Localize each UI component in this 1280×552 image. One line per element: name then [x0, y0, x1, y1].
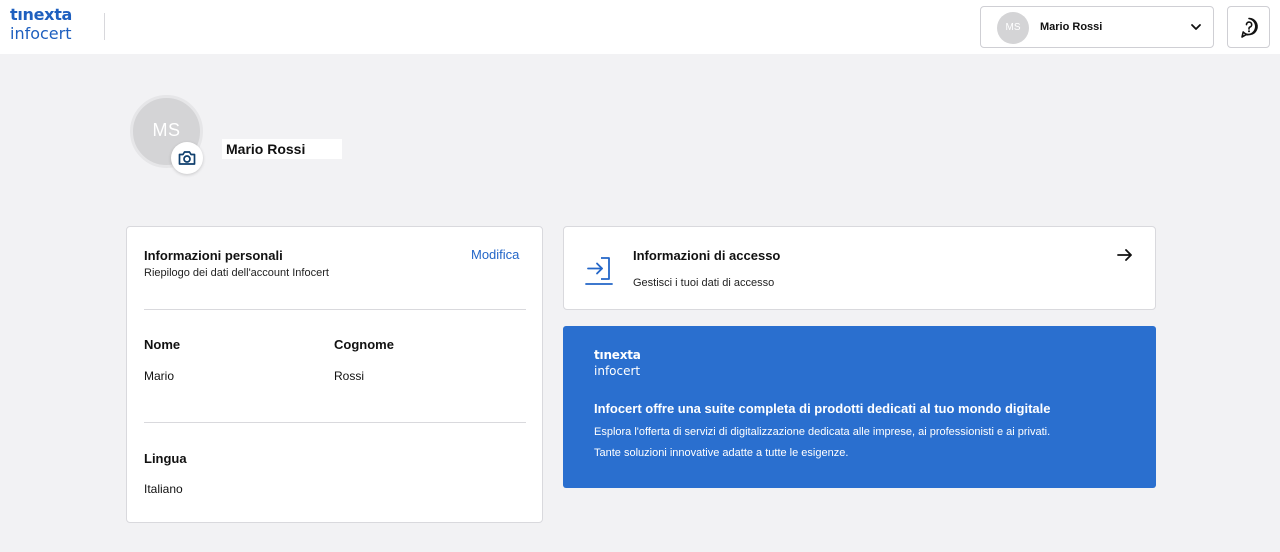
first-name-value: Mario: [144, 369, 175, 383]
personal-info-subtitle: Riepilogo dei dati dell'account Infocert: [144, 267, 329, 279]
logo-line-tinexta: tınexta: [10, 5, 73, 24]
profile-avatar-initials: MS: [152, 120, 181, 140]
edit-personal-info-link[interactable]: Modifica: [471, 247, 519, 262]
help-icon: [1241, 17, 1258, 38]
promo-banner: tınexta infocert Infocert offre una suit…: [563, 326, 1156, 488]
language-label: Lingua: [144, 451, 187, 466]
help-button[interactable]: [1227, 6, 1270, 48]
last-name-value: Rossi: [334, 369, 365, 383]
login-icon: [585, 257, 613, 285]
access-info-card[interactable]: Informazioni di accesso Gestisci i tuoi …: [563, 226, 1156, 310]
personal-info-title: Informazioni personali: [144, 248, 283, 263]
divider: [144, 422, 526, 423]
divider: [144, 309, 526, 310]
logo-line-infocert: infocert: [10, 24, 72, 43]
personal-info-card: Informazioni personali Riepilogo dei dat…: [126, 226, 543, 523]
change-photo-button[interactable]: [171, 142, 203, 174]
last-name-label: Cognome: [334, 337, 394, 352]
access-info-title: Informazioni di accesso: [633, 248, 781, 263]
top-header: tınexta infocert MS Mario Rossi: [0, 0, 1280, 54]
user-menu-dropdown[interactable]: MS Mario Rossi: [980, 6, 1214, 48]
chevron-down-icon: [1191, 24, 1201, 30]
camera-icon: [178, 151, 196, 165]
promo-logo-tinexta: tınexta: [594, 348, 641, 362]
promo-title: Infocert offre una suite completa di pro…: [594, 401, 1051, 416]
first-name-label: Nome: [144, 337, 181, 352]
promo-text-line1: Esplora l'offerta di servizi di digitali…: [594, 426, 1051, 438]
header-divider: [104, 13, 105, 40]
user-menu-name: Mario Rossi: [1040, 21, 1103, 33]
tinexta-infocert-logo[interactable]: tınexta infocert: [10, 7, 72, 42]
promo-logo-infocert: infocert: [594, 364, 641, 378]
profile-name: Mario Rossi: [222, 139, 342, 159]
user-avatar-small: MS: [997, 12, 1029, 44]
language-value: Italiano: [144, 482, 183, 496]
promo-text-line2: Tante soluzioni innovative adatte a tutt…: [594, 447, 849, 459]
arrow-right-icon: [1117, 249, 1132, 261]
access-info-subtitle: Gestisci i tuoi dati di accesso: [633, 277, 775, 289]
